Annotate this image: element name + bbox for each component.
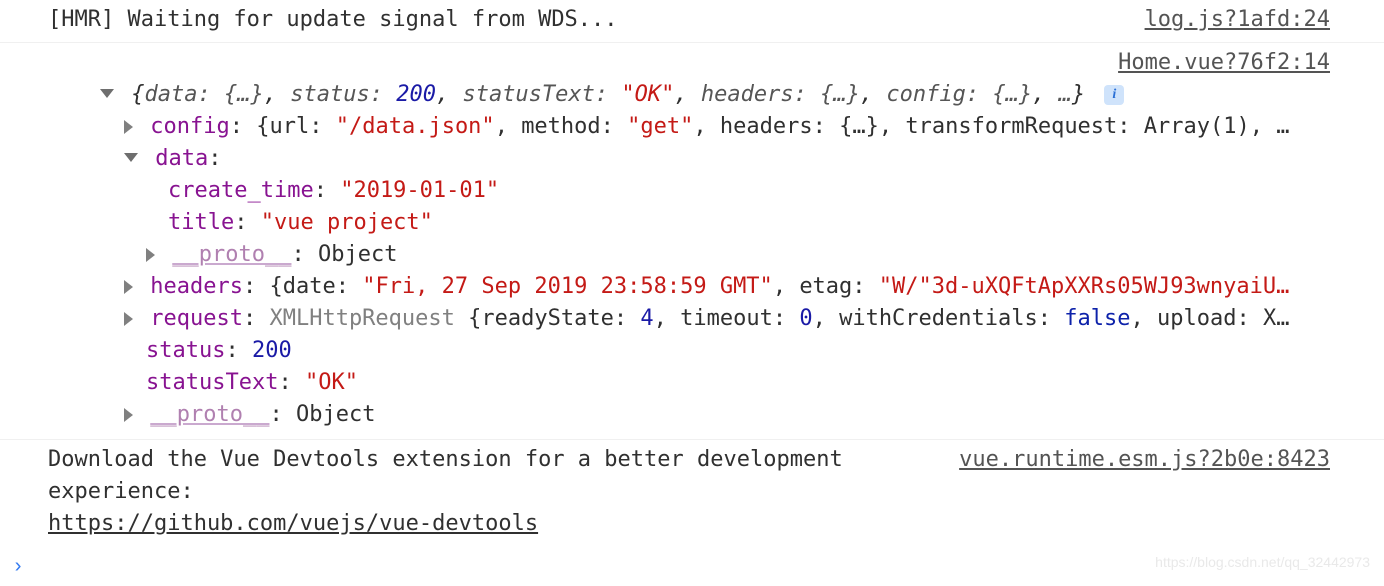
source-link-object[interactable]: Home.vue?76f2:14: [1118, 47, 1384, 79]
prop-status: status: 200: [48, 335, 1384, 367]
prop-request[interactable]: request: XMLHttpRequest {readyState: 4, …: [48, 303, 1384, 335]
console-entry-devtools: Download the Vue Devtools extension for …: [0, 440, 1384, 546]
prop-create-time: create_time: "2019-01-01": [48, 175, 1384, 207]
chevron-down-icon[interactable]: [124, 153, 138, 162]
prop-proto-data[interactable]: __proto__: Object: [48, 239, 1384, 271]
watermark: https://blog.csdn.net/qq_32442973: [1155, 546, 1370, 578]
prop-title: title: "vue project": [48, 207, 1384, 239]
object-summary[interactable]: {data: {…}, status: 200, statusText: "OK…: [48, 79, 1384, 111]
devtools-text-a: Download the Vue Devtools extension for …: [48, 447, 843, 472]
info-icon[interactable]: i: [1104, 85, 1124, 105]
prop-proto-root[interactable]: __proto__: Object: [48, 399, 1384, 431]
chevron-right-icon[interactable]: [124, 312, 133, 326]
prop-statustext: statusText: "OK": [48, 367, 1384, 399]
hmr-message: [HMR] Waiting for update signal from WDS…: [48, 4, 1145, 36]
source-link-hmr[interactable]: log.js?1afd:24: [1145, 4, 1384, 36]
chevron-down-icon[interactable]: [100, 89, 114, 98]
console-entry-object: Home.vue?76f2:14 {data: {…}, status: 200…: [0, 43, 1384, 440]
chevron-right-icon[interactable]: [124, 408, 133, 422]
console-prompt[interactable]: ›: [12, 558, 24, 578]
prop-data[interactable]: data:: [48, 143, 1384, 175]
chevron-right-icon[interactable]: [124, 280, 133, 294]
devtools-link[interactable]: https://github.com/vuejs/vue-devtools: [48, 511, 538, 536]
prop-config[interactable]: config: {url: "/data.json", method: "get…: [48, 111, 1384, 143]
chevron-right-icon[interactable]: [146, 248, 155, 262]
source-link-devtools[interactable]: vue.runtime.esm.js?2b0e:8423: [959, 444, 1384, 476]
prop-headers[interactable]: headers: {date: "Fri, 27 Sep 2019 23:58:…: [48, 271, 1384, 303]
devtools-text-b: experience:: [48, 479, 194, 504]
console-entry-hmr: [HMR] Waiting for update signal from WDS…: [0, 0, 1384, 43]
chevron-right-icon[interactable]: [124, 120, 133, 134]
summary-text: {data: {…}, status: 200, statusText: "OK…: [131, 82, 1098, 107]
